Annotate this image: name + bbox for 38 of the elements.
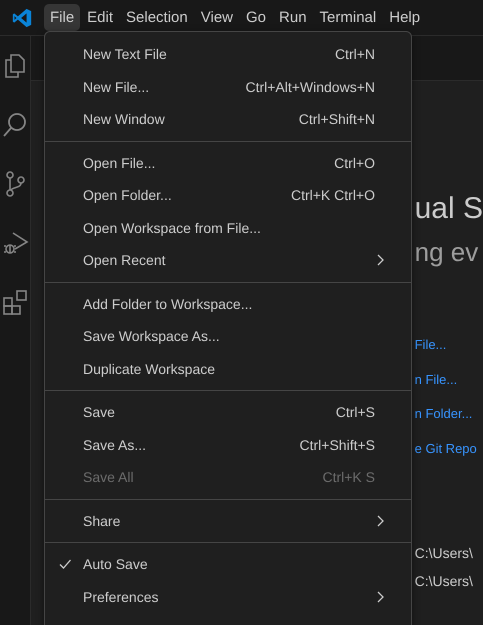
menu-item[interactable]: New Text File Ctrl+N: [45, 38, 411, 70]
menu-item[interactable]: Open Recent: [45, 244, 411, 276]
menu-item[interactable]: Open Folder... Ctrl+K Ctrl+O: [45, 179, 411, 212]
menu-item[interactable]: Duplicate Workspace: [45, 352, 411, 385]
extensions-icon[interactable]: [0, 288, 29, 316]
menu-item[interactable]: New File... Ctrl+Alt+Windows+N: [45, 70, 411, 103]
menu-bar-item[interactable]: Edit: [81, 4, 120, 31]
recent-path: C:\Users\: [414, 572, 473, 590]
app-logo-icon: [11, 6, 33, 28]
menu-bar-item[interactable]: Help: [383, 4, 426, 31]
menu-item[interactable]: Open Workspace from File...: [45, 212, 411, 244]
menu-item[interactable]: Add Folder to Workspace...: [45, 288, 411, 320]
chevron-right-icon: [375, 590, 385, 604]
start-link[interactable]: n Folder...: [414, 404, 477, 424]
menu-bar-item[interactable]: View: [194, 4, 239, 31]
chevron-right-icon: [375, 253, 385, 268]
menu-item[interactable]: Auto Save: [45, 548, 411, 580]
menu-bar-item[interactable]: Selection: [120, 4, 194, 31]
welcome-title: ual S: [414, 191, 483, 227]
menu-item[interactable]: Share: [45, 504, 411, 537]
menu-bar-item[interactable]: Terminal: [314, 4, 382, 31]
chevron-right-icon: [375, 514, 385, 528]
menu-bar-item[interactable]: File: [44, 4, 80, 31]
menu-item[interactable]: Save Workspace As...: [45, 320, 411, 352]
menu-bar-item[interactable]: Run: [273, 4, 313, 31]
menu-item[interactable]: Save Ctrl+S: [45, 396, 411, 428]
start-link[interactable]: n File...: [414, 370, 477, 390]
menu-bar-item[interactable]: Go: [240, 4, 272, 31]
welcome-subtitle: ng ev: [414, 236, 478, 269]
start-link[interactable]: e Git Repo: [414, 438, 477, 458]
search-icon[interactable]: [0, 111, 29, 139]
menu-item[interactable]: Preferences: [45, 580, 411, 613]
recent-path: C:\Users\: [414, 544, 473, 562]
checkmark-icon: [58, 557, 72, 572]
menu-item[interactable]: Open File... Ctrl+O: [45, 146, 411, 179]
menu-item[interactable]: Save As... Ctrl+Shift+S: [45, 428, 411, 461]
start-link[interactable]: File...: [414, 335, 477, 355]
menu-item[interactable]: New Window Ctrl+Shift+N: [45, 103, 411, 136]
